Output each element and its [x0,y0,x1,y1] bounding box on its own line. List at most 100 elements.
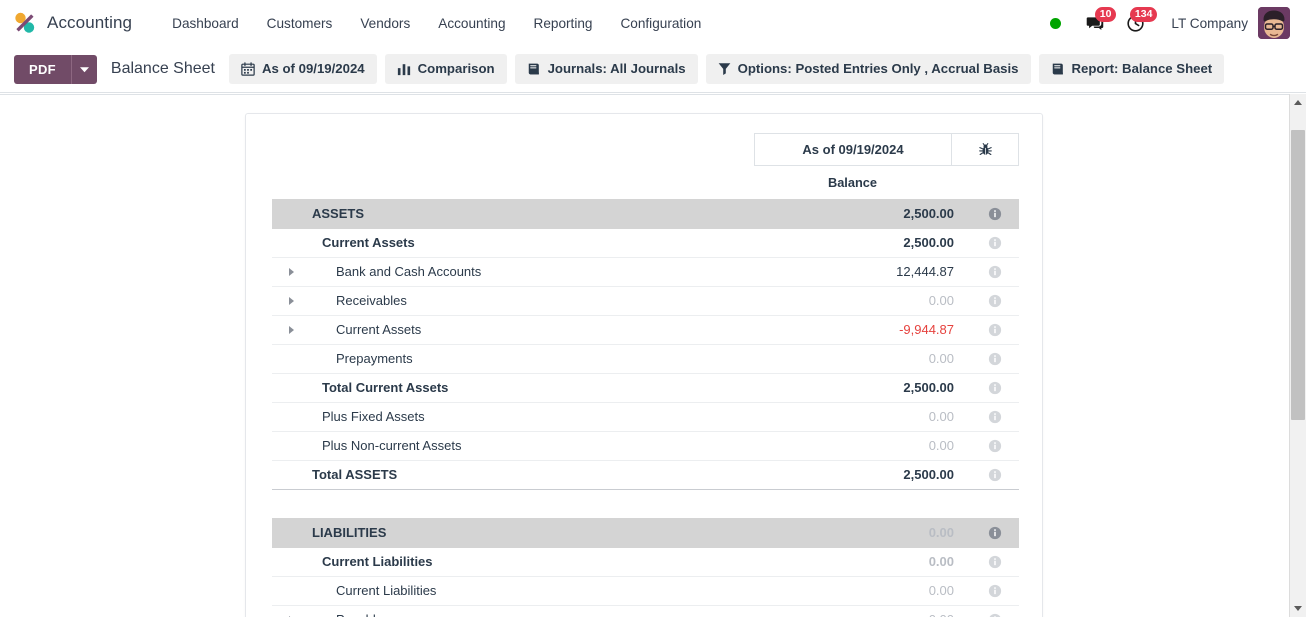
balance-column-label: Balance [827,175,878,190]
row-info-button[interactable] [971,576,1019,605]
row-value: 0.00 [811,605,971,617]
row-label[interactable]: Current Assets [310,315,811,344]
funnel-icon [718,63,730,76]
messages-badge: 10 [1094,6,1117,22]
date-column-header[interactable]: As of 09/19/2024 [754,133,951,166]
content-top-divider [0,94,1289,95]
comparison-filter-label: Comparison [417,61,495,77]
menu-item-accounting[interactable]: Accounting [424,10,519,37]
row-label[interactable]: Plus Fixed Assets [310,402,811,431]
brand-name[interactable]: Accounting [47,13,132,33]
row-info-button[interactable] [971,402,1019,431]
row-info-button[interactable] [971,605,1019,617]
pdf-export-button[interactable]: PDF [14,54,71,84]
table-row[interactable]: Current Liabilities 0.00 [272,576,1019,605]
table-row[interactable]: LIABILITIES 0.00 [272,518,1019,547]
row-label[interactable]: ASSETS [310,199,811,228]
row-info-button[interactable] [971,257,1019,286]
options-filter-button[interactable]: Options: Posted Entries Only , Accrual B… [705,54,1031,84]
caret-right-icon[interactable] [272,257,310,286]
chevron-down-icon [79,66,89,72]
table-row[interactable]: Plus Fixed Assets 0.00 [272,402,1019,431]
pdf-export-group: PDF [14,54,97,84]
row-value: 12,444.87 [896,264,954,279]
table-row[interactable]: Plus Non-current Assets 0.00 [272,431,1019,460]
vertical-scrollbar[interactable] [1289,94,1306,617]
pdf-dropdown-toggle[interactable] [70,54,97,84]
table-row[interactable]: Prepayments 0.00 [272,344,1019,373]
row-caret-placeholder [272,228,310,257]
caret-right-icon[interactable] [272,605,310,617]
table-row[interactable]: Total ASSETS 2,500.00 [272,460,1019,489]
odoo-logo-icon[interactable] [12,10,38,36]
table-row[interactable]: Receivables 0.00 [272,286,1019,315]
debug-button[interactable] [951,133,1019,166]
report-date-header: As of 09/19/2024 [272,133,1019,166]
green-status-dot [1050,17,1062,29]
row-label[interactable]: Plus Non-current Assets [310,431,811,460]
row-info-button[interactable] [971,199,1019,228]
row-info-button[interactable] [971,460,1019,489]
table-row[interactable]: Current Assets -9,944.87 [272,315,1019,344]
row-label[interactable]: Receivables [310,286,811,315]
balance-column-header-row: Balance [272,166,1019,190]
row-info-button[interactable] [971,315,1019,344]
scroll-up-arrow-icon[interactable] [1290,94,1306,111]
info-icon [988,324,1002,337]
messages-button[interactable]: 10 [1077,6,1117,37]
row-info-button[interactable] [971,286,1019,315]
row-value: 0.00 [928,293,954,308]
row-info-button[interactable] [971,228,1019,257]
menu-item-reporting[interactable]: Reporting [520,10,607,37]
row-label[interactable]: Current Assets [310,228,811,257]
table-row[interactable]: Current Liabilities 0.00 [272,547,1019,576]
bar-chart-icon [397,64,410,76]
row-info-button[interactable] [971,518,1019,547]
info-icon [988,556,1002,569]
row-info-button[interactable] [971,547,1019,576]
row-label[interactable]: Payables [310,605,811,617]
date-filter-button[interactable]: As of 09/19/2024 [228,54,377,84]
table-row[interactable]: ASSETS 2,500.00 [272,199,1019,228]
filter-bar: As of 09/19/2024 Comparison Journals: Al… [228,54,1225,84]
menu-item-configuration[interactable]: Configuration [606,10,715,37]
activities-button[interactable]: 134 [1118,6,1158,37]
row-caret-placeholder [272,199,310,228]
row-caret-placeholder [272,431,310,460]
row-label[interactable]: LIABILITIES [310,518,811,547]
row-info-button[interactable] [971,344,1019,373]
row-label[interactable]: Bank and Cash Accounts [310,257,811,286]
row-value: 0.00 [928,409,954,424]
table-row[interactable]: Current Assets 2,500.00 [272,228,1019,257]
scroll-down-arrow-icon[interactable] [1290,600,1306,617]
user-avatar[interactable] [1258,7,1290,39]
row-label[interactable]: Prepayments [310,344,811,373]
info-icon [988,526,1002,540]
row-label[interactable]: Current Liabilities [310,576,811,605]
caret-right-icon[interactable] [272,315,310,344]
info-icon [988,469,1002,482]
report-content-area: As of 09/19/2024 Balance ASSETS 2,500.00… [0,94,1306,617]
menu-item-vendors[interactable]: Vendors [346,10,424,37]
table-row[interactable]: Payables0.00 [272,605,1019,617]
menu-item-customers[interactable]: Customers [253,10,347,37]
scrollbar-thumb[interactable] [1291,130,1305,420]
bug-icon [978,142,992,156]
table-row[interactable]: Total Current Assets 2,500.00 [272,373,1019,402]
comparison-filter-button[interactable]: Comparison [384,54,507,84]
journals-filter-button[interactable]: Journals: All Journals [514,54,698,84]
row-info-button[interactable] [971,373,1019,402]
company-switcher[interactable]: LT Company [1159,16,1258,31]
menu-item-dashboard[interactable]: Dashboard [158,10,253,37]
control-panel: PDF Balance Sheet As of 09/19/2024 Compa… [0,46,1306,93]
options-filter-label: Options: Posted Entries Only , Accrual B… [737,61,1019,77]
row-value: 2,500.00 [903,467,954,482]
row-label[interactable]: Current Liabilities [310,547,811,576]
row-label[interactable]: Total ASSETS [310,460,811,489]
table-row[interactable]: Bank and Cash Accounts 12,444.87 [272,257,1019,286]
report-filter-button[interactable]: Report: Balance Sheet [1038,54,1225,84]
row-info-button[interactable] [971,431,1019,460]
row-label[interactable]: Total Current Assets [310,373,811,402]
info-icon [988,295,1002,308]
caret-right-icon[interactable] [272,286,310,315]
